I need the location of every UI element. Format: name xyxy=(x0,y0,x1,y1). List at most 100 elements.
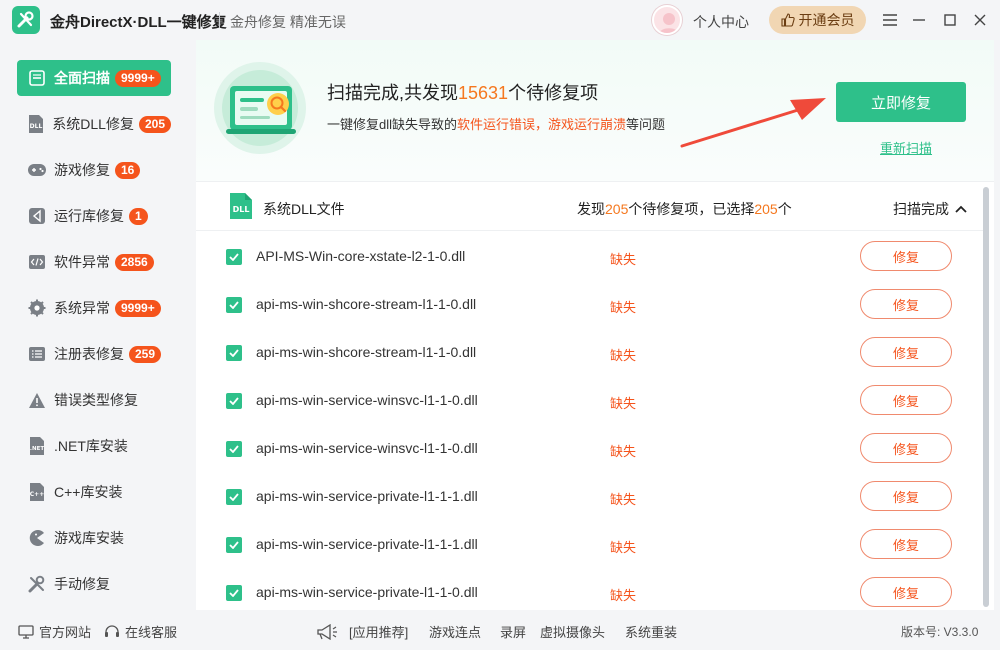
dll-section-header: DLL 系统DLL文件 发现205个待修复项，已选择205个 扫描完成 xyxy=(196,183,986,231)
row-checkbox[interactable] xyxy=(226,441,242,457)
list-item: api-ms-win-shcore-stream-l1-1-0.dll 缺失 修… xyxy=(196,328,986,376)
repair-button[interactable]: 修复 xyxy=(860,529,952,559)
count-badge: 2856 xyxy=(115,253,154,271)
maximize-icon[interactable] xyxy=(940,10,960,30)
gear-icon xyxy=(27,298,47,318)
megaphone-icon xyxy=(317,623,337,640)
sidebar-item-dotnet-install[interactable]: .NET .NET库安装 xyxy=(17,428,171,464)
sidebar-item-game-lib-install[interactable]: 游戏库安装 xyxy=(17,520,171,556)
minimize-icon[interactable] xyxy=(909,10,929,30)
close-icon[interactable] xyxy=(970,10,990,30)
sidebar-item-label: 手动修复 xyxy=(54,576,110,592)
app-recommend: [应用推荐] xyxy=(316,622,408,641)
dll-file-name: api-ms-win-service-winsvc-l1-1-0.dll xyxy=(256,440,478,456)
rescan-link[interactable]: 重新扫描 xyxy=(880,138,932,157)
count-badge: 9999+ xyxy=(115,299,161,317)
sidebar-item-label: 游戏修复 xyxy=(54,162,110,178)
vs-icon xyxy=(27,206,47,226)
row-checkbox[interactable] xyxy=(226,537,242,553)
repair-button[interactable]: 修复 xyxy=(860,577,952,607)
repair-button[interactable]: 修复 xyxy=(860,289,952,319)
sidebar: 全面扫描 9999+ DLL 系统DLL修复 205 游戏修复 16 运行库修复… xyxy=(0,40,188,610)
dll-file-name: api-ms-win-service-winsvc-l1-1-0.dll xyxy=(256,392,478,408)
screen-record-link[interactable]: 录屏 xyxy=(500,622,526,641)
scan-complete-illustration xyxy=(210,56,310,156)
scan-status-label: 扫描完成 xyxy=(893,201,949,217)
list-item: api-ms-win-service-private-l1-1-1.dll 缺失… xyxy=(196,472,986,520)
sidebar-item-label: .NET库安装 xyxy=(54,438,128,454)
repair-button[interactable]: 修复 xyxy=(860,385,952,415)
tools-icon xyxy=(27,574,47,594)
cpp-icon: C++ xyxy=(27,482,47,502)
list-item: api-ms-win-service-private-l1-1-1.dll 缺失… xyxy=(196,520,986,568)
section-collapse-toggle[interactable]: 扫描完成 xyxy=(893,199,967,219)
list-item: api-ms-win-service-winsvc-l1-1-0.dll 缺失 … xyxy=(196,424,986,472)
list-item: api-ms-win-service-private-l1-1-0.dll 缺失… xyxy=(196,568,986,610)
app-logo-icon xyxy=(12,6,40,34)
list-item: API-MS-Win-core-xstate-l2-1-0.dll 缺失 修复 xyxy=(196,232,986,280)
dll-file-name: api-ms-win-shcore-stream-l1-1-0.dll xyxy=(256,344,477,360)
sidebar-item-game-repair[interactable]: 游戏修复 16 xyxy=(17,152,171,188)
sidebar-item-registry-repair[interactable]: 注册表修复 259 xyxy=(17,336,171,372)
repair-button[interactable]: 修复 xyxy=(860,481,952,511)
sidebar-item-full-scan[interactable]: 全面扫描 9999+ xyxy=(17,60,171,96)
sidebar-item-runtime-repair[interactable]: 运行库修复 1 xyxy=(17,198,171,234)
pacman-icon xyxy=(27,528,47,548)
system-reinstall-link[interactable]: 系统重装 xyxy=(625,622,677,641)
svg-text:DLL: DLL xyxy=(30,123,43,130)
virtual-camera-link[interactable]: 虚拟摄像头 xyxy=(540,622,605,641)
fix-now-button[interactable]: 立即修复 xyxy=(836,82,966,122)
section-title: 系统DLL文件 xyxy=(263,201,345,217)
user-avatar[interactable] xyxy=(652,5,682,35)
main-panel: 扫描完成,共发现15631个待修复项 一键修复dll缺失导致的软件运行错误，游戏… xyxy=(196,40,994,610)
pointer-arrow-icon xyxy=(680,98,826,148)
app-slogan: 金舟修复 精准无误 xyxy=(230,14,346,30)
row-checkbox[interactable] xyxy=(226,297,242,313)
vip-label: 开通会员 xyxy=(798,12,855,28)
scan-summary-title: 扫描完成,共发现15631个待修复项 xyxy=(327,83,599,103)
dll-file-name: api-ms-win-shcore-stream-l1-1-0.dll xyxy=(256,296,477,312)
list-item: api-ms-win-shcore-stream-l1-1-0.dll 缺失 修… xyxy=(196,280,986,328)
user-center-link[interactable]: 个人中心 xyxy=(693,12,749,32)
dll-icon: DLL xyxy=(27,114,45,134)
sidebar-item-system-dll[interactable]: DLL 系统DLL修复 205 xyxy=(17,106,171,142)
dll-file-name: api-ms-win-service-private-l1-1-1.dll xyxy=(256,536,478,552)
sidebar-item-manual-repair[interactable]: 手动修复 xyxy=(17,566,171,602)
dll-status: 缺失 xyxy=(610,300,637,315)
repair-button[interactable]: 修复 xyxy=(860,433,952,463)
net-icon: .NET xyxy=(27,436,47,456)
sidebar-item-error-type-repair[interactable]: 错误类型修复 xyxy=(17,382,171,418)
dll-status: 缺失 xyxy=(610,540,637,555)
sidebar-item-cpp-install[interactable]: C++ C++库安装 xyxy=(17,474,171,510)
row-checkbox[interactable] xyxy=(226,585,242,601)
repair-button[interactable]: 修复 xyxy=(860,241,952,271)
code-icon xyxy=(27,252,47,272)
scrollbar-thumb[interactable] xyxy=(983,187,989,607)
app-title: 金舟DirectX·DLL一键修复 xyxy=(50,14,227,31)
row-checkbox[interactable] xyxy=(226,489,242,505)
sidebar-item-software-error[interactable]: 软件异常 2856 xyxy=(17,244,171,280)
dll-status: 缺失 xyxy=(610,492,637,507)
game-clicker-link[interactable]: 游戏连点 xyxy=(429,622,481,641)
scan-icon xyxy=(27,68,47,88)
version-label: 版本号: V3.3.0 xyxy=(901,625,979,639)
dll-status: 缺失 xyxy=(610,252,637,267)
count-badge: 16 xyxy=(115,161,141,179)
vip-button[interactable]: 开通会员 xyxy=(769,6,866,34)
list-item: api-ms-win-service-winsvc-l1-1-0.dll 缺失 … xyxy=(196,376,986,424)
sidebar-item-label: 全面扫描 xyxy=(54,70,110,86)
online-support-link[interactable]: 在线客服 xyxy=(104,622,177,641)
highlighted-problems: 软件运行错误，游戏运行崩溃 xyxy=(457,117,627,132)
row-checkbox[interactable] xyxy=(226,393,242,409)
menu-icon[interactable] xyxy=(880,10,900,30)
sidebar-item-system-error[interactable]: 系统异常 9999+ xyxy=(17,290,171,326)
selected-count: 205 xyxy=(754,201,778,217)
dll-file-icon: DLL xyxy=(229,192,253,220)
repair-button[interactable]: 修复 xyxy=(860,337,952,367)
list-scrollbar[interactable] xyxy=(983,183,989,610)
row-checkbox[interactable] xyxy=(226,249,242,265)
row-checkbox[interactable] xyxy=(226,345,242,361)
dll-file-name: api-ms-win-service-private-l1-1-0.dll xyxy=(256,584,478,600)
official-website-link[interactable]: 官方网站 xyxy=(18,622,91,641)
gamepad-icon xyxy=(27,160,47,180)
